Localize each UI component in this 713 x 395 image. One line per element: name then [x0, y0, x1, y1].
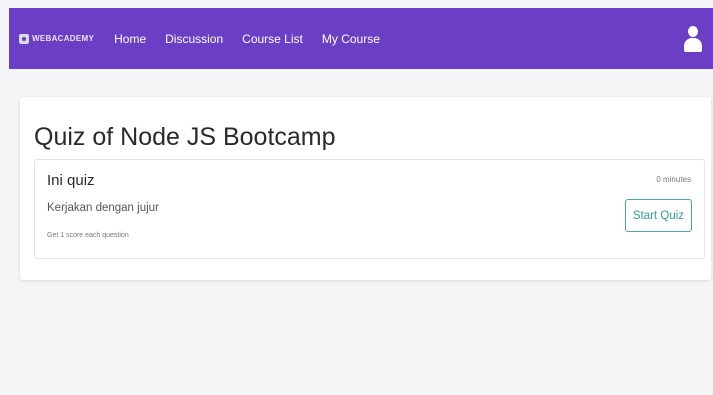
page-title: Quiz of Node JS Bootcamp — [34, 123, 336, 151]
quiz-score-info: Get 1 score each question — [47, 232, 129, 239]
nav-link-home[interactable]: Home — [114, 32, 146, 46]
quiz-page-card: Quiz of Node JS Bootcamp Ini quiz Kerjak… — [20, 97, 711, 280]
brand-logo-icon — [19, 33, 29, 44]
top-navbar: WEBACADEMY Home Discussion Course List M… — [9, 8, 713, 69]
nav-link-discussion[interactable]: Discussion — [165, 32, 223, 46]
brand-name: WEBACADEMY — [32, 34, 95, 43]
quiz-duration: 0 minutes — [656, 175, 691, 184]
nav-link-course-list[interactable]: Course List — [242, 32, 303, 46]
brand-logo-link[interactable]: WEBACADEMY — [19, 33, 95, 44]
user-icon-head — [688, 26, 698, 37]
start-quiz-button[interactable]: Start Quiz — [625, 199, 692, 232]
nav-link-my-course[interactable]: My Course — [322, 32, 380, 46]
user-profile-icon[interactable] — [684, 26, 702, 52]
quiz-description: Kerjakan dengan jujur — [47, 202, 159, 214]
quiz-item-card: Ini quiz Kerjakan dengan jujur Get 1 sco… — [34, 159, 705, 259]
quiz-name: Ini quiz — [47, 172, 95, 189]
user-icon-body — [684, 38, 702, 52]
